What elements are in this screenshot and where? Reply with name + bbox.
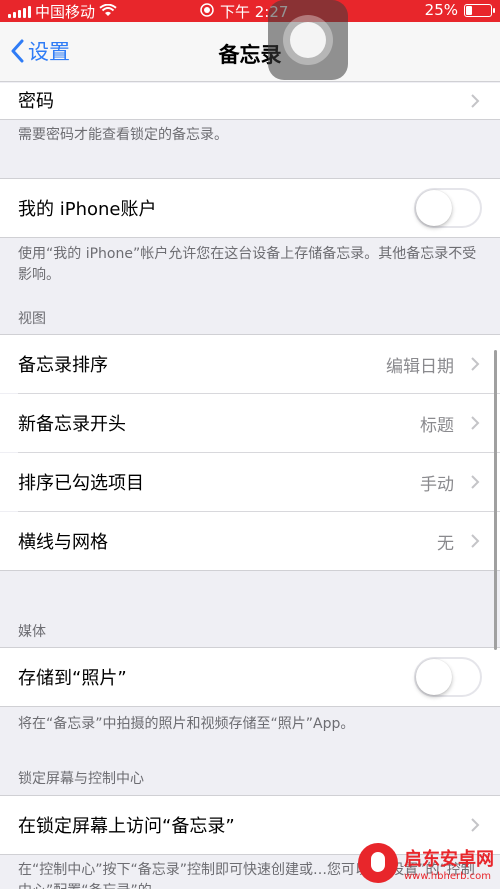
view-item-value: 标题	[420, 415, 454, 436]
view-item-label: 横线与网格	[18, 532, 108, 553]
toggle-knob	[416, 190, 452, 226]
save-to-photos-toggle[interactable]	[414, 657, 482, 697]
iphone-account-row: 我的 iPhone账户	[0, 179, 500, 237]
chevron-right-icon	[471, 94, 480, 108]
carrier-label: 中国移动	[35, 3, 96, 21]
assistive-touch-button[interactable]	[268, 0, 348, 80]
view-item-value: 手动	[420, 474, 454, 495]
save-to-photos-row: 存储到“照片”	[0, 648, 500, 706]
password-label: 密码	[18, 91, 54, 112]
view-item-label: 新备忘录开头	[18, 414, 126, 435]
view-item-new-note-start[interactable]: 新备忘录开头 标题	[0, 394, 500, 452]
separator	[0, 237, 500, 238]
watermark-url: www.hbherb.com	[404, 870, 491, 882]
separator	[0, 119, 500, 120]
chevron-right-icon	[471, 357, 480, 371]
view-item-label: 排序已勾选项目	[18, 473, 144, 494]
view-item-sort-checked[interactable]: 排序已勾选项目 手动	[0, 453, 500, 511]
navigation-bar: 设置 备忘录	[0, 22, 500, 82]
view-item-value: 编辑日期	[386, 356, 454, 377]
view-item-label: 备忘录排序	[18, 355, 108, 376]
iphone-account-toggle[interactable]	[414, 188, 482, 228]
chevron-right-icon	[471, 416, 480, 430]
wifi-icon	[99, 3, 117, 21]
screen-record-icon	[200, 2, 214, 21]
watermark: 启东安卓网 www.hbherb.com	[358, 843, 494, 883]
view-item-sort-notes[interactable]: 备忘录排序 编辑日期	[0, 335, 500, 393]
status-right: 25%	[424, 1, 495, 19]
watermark-name: 启东安卓网	[404, 848, 494, 870]
iphone-account-label: 我的 iPhone账户	[18, 199, 157, 220]
lock-screen-access-label: 在锁定屏幕上访问“备忘录”	[18, 816, 235, 837]
scrollbar[interactable]	[494, 350, 497, 650]
signal-icon	[8, 5, 31, 18]
media-section-header: 媒体	[18, 624, 46, 640]
password-note: 需要密码才能查看锁定的备忘录。	[18, 127, 228, 143]
save-to-photos-label: 存储到“照片”	[18, 668, 127, 689]
chevron-right-icon	[471, 475, 480, 489]
lock-section-header: 锁定屏幕与控制中心	[18, 771, 144, 787]
separator	[0, 706, 500, 707]
view-item-lines-grids[interactable]: 横线与网格 无	[0, 512, 500, 570]
battery-percent: 25%	[424, 1, 458, 19]
view-section-header: 视图	[18, 311, 46, 327]
status-bar: 中国移动 下午 2:27 25%	[0, 0, 500, 22]
battery-icon	[464, 3, 495, 17]
page-title: 备忘录	[218, 43, 282, 67]
toggle-knob	[416, 659, 452, 695]
chevron-right-icon	[471, 818, 480, 832]
view-item-value: 无	[437, 533, 454, 554]
password-row[interactable]: 密码	[0, 83, 500, 119]
separator	[0, 570, 500, 571]
watermark-text: 启东安卓网 www.hbherb.com	[404, 845, 494, 882]
status-left: 中国移动	[8, 1, 117, 22]
watermark-logo-icon	[358, 843, 398, 883]
media-note: 将在“备忘录”中拍摄的照片和视频存储至“照片”App。	[18, 716, 355, 732]
chevron-right-icon	[471, 534, 480, 548]
iphone-account-note: 使用“我的 iPhone”帐户允许您在这台设备上存储备忘录。其他备忘录不受影响。	[18, 246, 477, 283]
